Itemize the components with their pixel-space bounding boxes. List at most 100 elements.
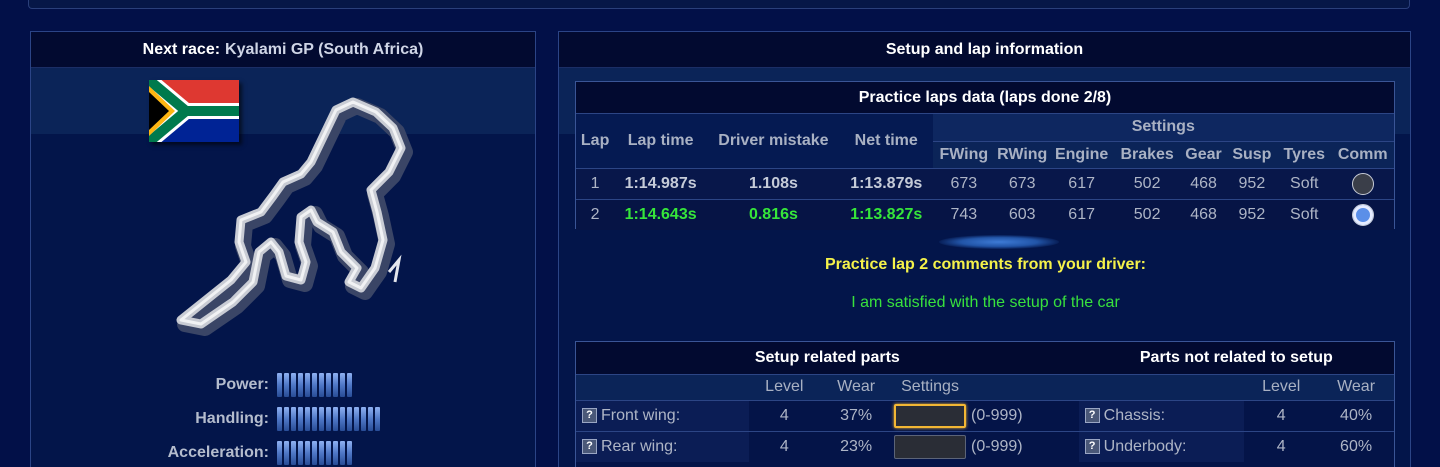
setting-cell: [893, 399, 968, 431]
col-gear: Gear: [1180, 141, 1227, 168]
setting-cell: [893, 430, 968, 462]
col-net-time: Net time: [839, 114, 933, 168]
col-driver-mistake: Driver mistake: [706, 114, 840, 168]
stat-bar-segment: [319, 441, 324, 465]
brakes-value: 502: [1113, 198, 1181, 230]
stat-bar-segment: [319, 407, 324, 431]
part-name: Rear wing:: [601, 437, 678, 455]
part-name-cell: ? Underbody:: [1078, 430, 1245, 462]
part-name: Front wing:: [601, 406, 681, 424]
front-wing-setting-input[interactable]: [894, 403, 967, 428]
help-icon[interactable]: ?: [1084, 439, 1100, 455]
part-name-cell: ? Chassis:: [1078, 399, 1245, 431]
stat-bar-segment: [361, 407, 366, 431]
driver-comment-text: I am satisfied with the setup of the car: [851, 294, 1120, 311]
top-panel-edge: [28, 0, 1410, 9]
stat-label: Power:: [215, 376, 269, 393]
part-row: ? Rear wing: 4 23% (0-999) ? Underbody: 4 …: [576, 430, 1394, 462]
part-wear: 37%: [819, 399, 894, 431]
fwing-value: 673: [932, 167, 996, 199]
col-fwing: FWing: [932, 141, 996, 168]
power-bars: [277, 373, 352, 397]
part-name-cell: ? Front wing:: [576, 399, 750, 431]
stat-bar-segment: [298, 373, 303, 397]
susp-value: 952: [1226, 167, 1278, 199]
stat-label: Handling:: [195, 410, 269, 427]
setting-range: (0-999): [967, 430, 1079, 462]
stat-bar-segment: [312, 407, 317, 431]
parts-table: Setup related parts Parts not related to…: [575, 341, 1395, 467]
col-wear: Wear: [819, 373, 894, 400]
setting-range: (0-999): [967, 399, 1079, 431]
part-wear: 40%: [1318, 399, 1394, 431]
race-name: Kyalami GP (South Africa): [225, 40, 424, 58]
setup-parts-title: Setup related parts: [576, 342, 1079, 374]
col-brakes: Brakes: [1113, 141, 1181, 168]
lap-row: 2 1:14.643s 0.816s 1:13.827s 743 603 617…: [576, 198, 1394, 230]
col-settings: Settings: [893, 373, 968, 400]
comm-cell[interactable]: [1331, 167, 1394, 199]
stat-power: Power:: [31, 372, 535, 398]
decorative-swoosh: [939, 235, 1059, 249]
practice-laps-table: Practice laps data (laps done 2/8) Lap L…: [575, 81, 1395, 230]
tyres-value: Soft: [1277, 198, 1332, 230]
col-level: Level: [1244, 373, 1319, 400]
blank-header: [1078, 373, 1245, 400]
col-lap-time: Lap time: [614, 114, 707, 168]
part-wear: 60%: [1318, 430, 1394, 462]
stat-bar-segment: [347, 441, 352, 465]
lap-number: 1: [576, 167, 615, 199]
stat-bar-segment: [312, 441, 317, 465]
stat-bar-segment: [305, 441, 310, 465]
lap-row: 1 1:14.987s 1.108s 1:13.879s 673 673 617…: [576, 167, 1394, 199]
stat-bar-segment: [298, 407, 303, 431]
acceleration-bars: [277, 441, 352, 465]
gear-value: 468: [1180, 198, 1227, 230]
col-level: Level: [749, 373, 820, 400]
engine-value: 617: [1049, 198, 1114, 230]
stat-bar-segment: [277, 407, 282, 431]
track-map-icon: [176, 97, 413, 336]
stat-bar-segment: [340, 441, 345, 465]
stat-bar-segment: [340, 373, 345, 397]
stat-bar-segment: [333, 373, 338, 397]
comment-radio-icon[interactable]: [1351, 172, 1374, 195]
next-race-panel: Next race: Kyalami GP (South Africa) Pow…: [30, 31, 536, 467]
stat-label: Acceleration:: [167, 444, 269, 461]
other-parts-title: Parts not related to setup: [1078, 342, 1394, 374]
driver-mistake: 0.816s: [706, 198, 840, 230]
col-susp: Susp: [1226, 141, 1278, 168]
stat-bar-segment: [277, 373, 282, 397]
help-icon[interactable]: ?: [582, 407, 597, 423]
gear-value: 468: [1180, 167, 1227, 199]
handling-bars: [277, 407, 380, 431]
rear-wing-setting-input[interactable]: [894, 434, 967, 459]
rwing-value: 603: [995, 198, 1050, 230]
practice-laps-title: Practice laps data (laps done 2/8): [576, 82, 1394, 114]
part-level: 4: [1244, 430, 1319, 462]
stat-bar-segment: [298, 441, 303, 465]
col-settings: Settings: [932, 114, 1394, 142]
net-time: 1:13.879s: [839, 167, 933, 199]
comm-cell[interactable]: [1331, 198, 1394, 230]
comment-radio-selected-icon[interactable]: [1351, 203, 1374, 226]
help-icon[interactable]: ?: [582, 439, 597, 455]
next-race-header: Next race: Kyalami GP (South Africa): [31, 32, 535, 68]
lap-number: 2: [576, 198, 615, 230]
stat-bar-segment: [312, 373, 317, 397]
rwing-value: 673: [995, 167, 1050, 199]
stat-bar-segment: [326, 441, 331, 465]
help-icon[interactable]: ?: [1084, 407, 1100, 423]
engine-value: 617: [1049, 167, 1114, 199]
stat-acceleration: Acceleration:: [31, 440, 535, 466]
tyres-value: Soft: [1277, 167, 1332, 199]
col-tyres: Tyres: [1277, 141, 1332, 168]
stat-bar-segment: [284, 373, 289, 397]
col-rwing: RWing: [995, 141, 1050, 168]
stat-handling: Handling:: [31, 406, 535, 432]
stat-bar-segment: [368, 407, 373, 431]
parts-grid: Setup related parts Parts not related to…: [576, 342, 1394, 462]
part-wear: 23%: [819, 430, 894, 462]
stat-bar-segment: [277, 441, 282, 465]
stat-bar-segment: [347, 373, 352, 397]
